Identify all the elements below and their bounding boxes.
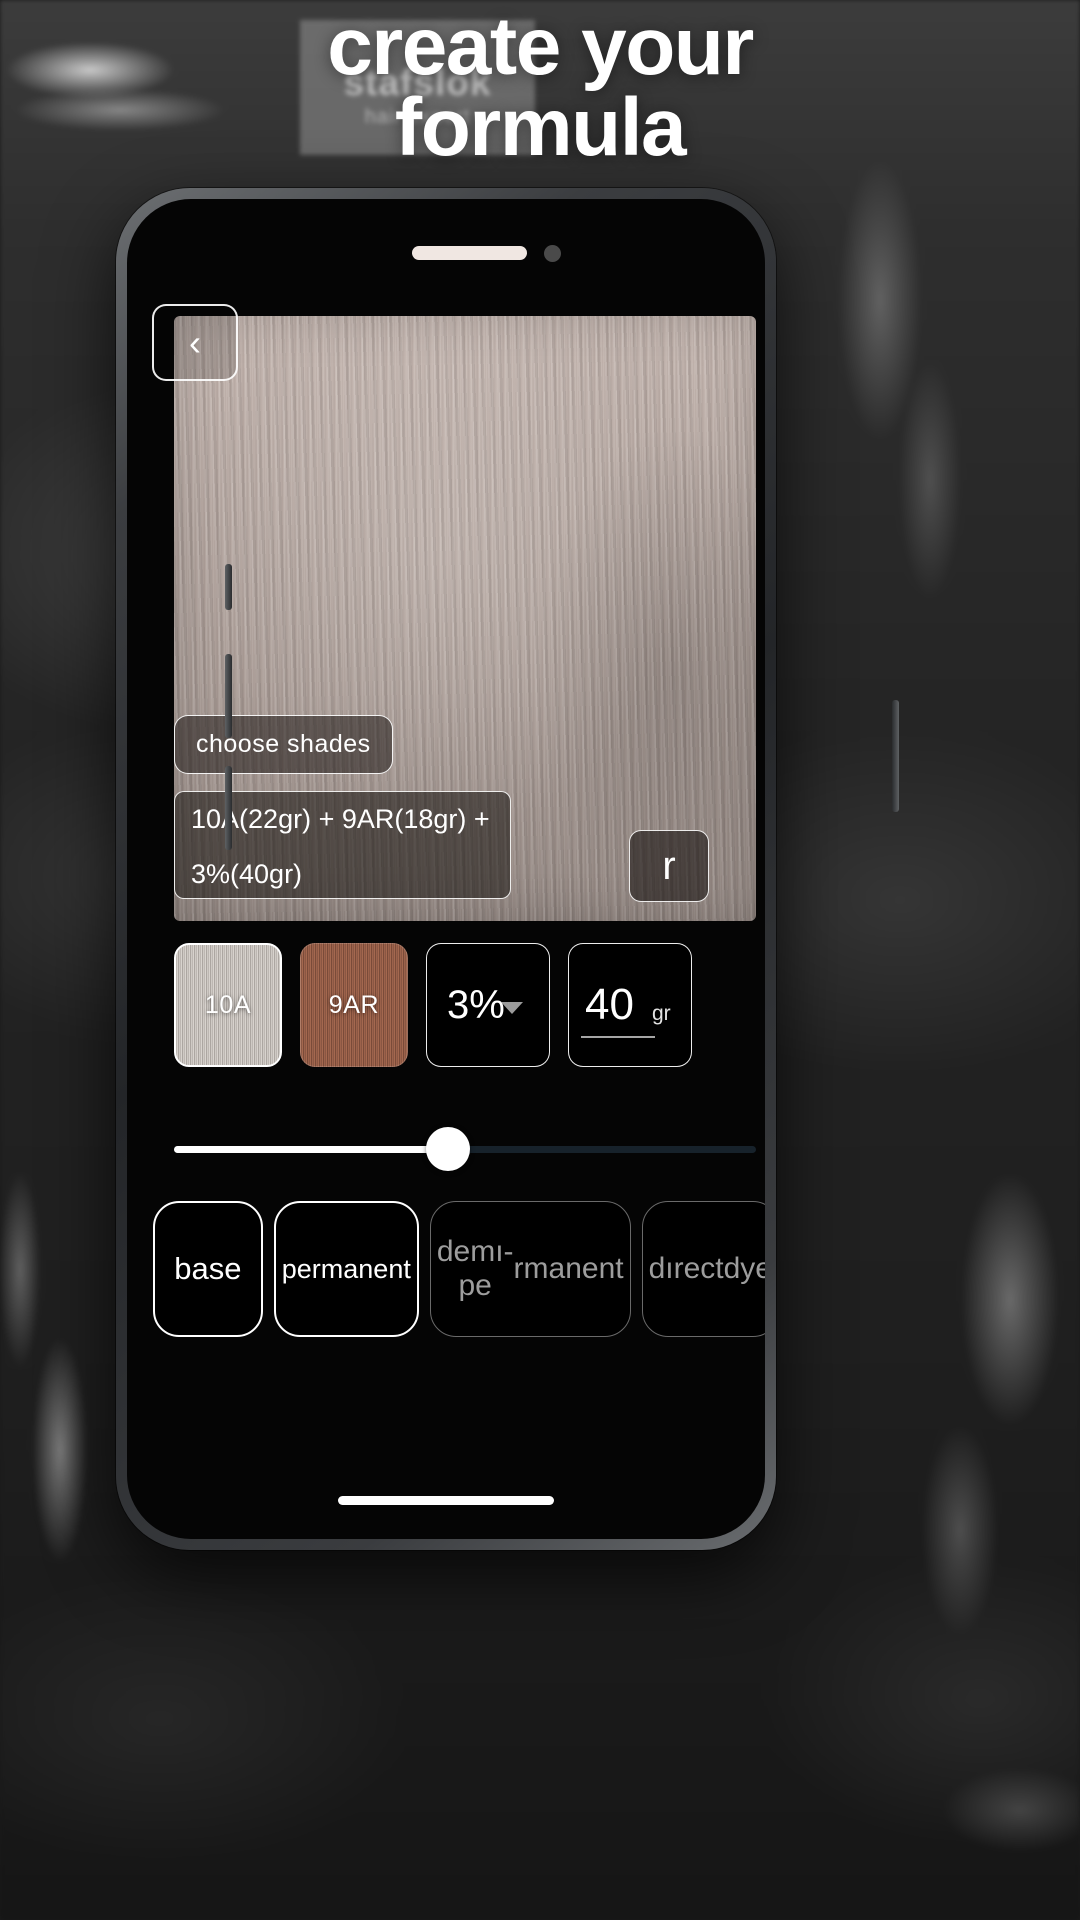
slider-track-active	[174, 1146, 448, 1153]
phone-front-camera-icon	[544, 245, 561, 262]
shade-swatch-9ar[interactable]: 9AR	[300, 943, 408, 1067]
amount-slider[interactable]	[174, 1127, 756, 1171]
phone-mockup: ‹ choose shades 10A(22gr) + 9AR(18gr) + …	[116, 188, 899, 1550]
shade-swatch-10a-label: 10A	[204, 990, 252, 1019]
home-indicator[interactable]	[338, 1496, 554, 1505]
shade-selector-row: 10A 9AR 3% 40 gr	[174, 943, 756, 1067]
amount-input-underline	[581, 1036, 655, 1038]
amount-input[interactable]: 40 gr	[568, 943, 692, 1067]
type-button-permanent[interactable]: permanent	[273, 1201, 419, 1337]
choose-shades-button[interactable]: choose shades	[174, 715, 393, 774]
reset-button[interactable]: r	[629, 830, 709, 902]
headline-line-1: create your	[327, 1, 754, 92]
amount-value: 40	[585, 980, 634, 1029]
shade-swatch-9ar-label: 9AR	[328, 990, 380, 1019]
developer-percent-value: 3%	[447, 982, 505, 1027]
phone-earpiece-speaker	[412, 246, 527, 260]
type-button-base[interactable]: base	[153, 1201, 263, 1337]
phone-screen: ‹ choose shades 10A(22gr) + 9AR(18gr) + …	[127, 199, 765, 1539]
phone-volume-down-button[interactable]	[225, 766, 232, 850]
back-button[interactable]: ‹	[152, 304, 238, 381]
chevron-left-icon: ‹	[189, 321, 201, 363]
slider-thumb[interactable]	[425, 1127, 470, 1171]
chevron-down-icon	[501, 1002, 523, 1014]
color-type-row: base permanent demı-pe rmanent dırect dye	[153, 1201, 765, 1337]
phone-power-button[interactable]	[892, 700, 899, 812]
phone-mute-switch[interactable]	[225, 564, 232, 610]
type-button-demi-permanent[interactable]: demı-pe rmanent	[429, 1201, 631, 1337]
shade-swatch-10a[interactable]: 10A	[174, 943, 282, 1067]
headline: create your formula	[0, 6, 1080, 174]
type-button-direct-dye[interactable]: dırect dye	[641, 1201, 765, 1337]
phone-volume-up-button[interactable]	[225, 654, 232, 738]
amount-unit-label: gr	[651, 1002, 671, 1025]
headline-line-2: formula	[394, 82, 687, 174]
developer-percent-dropdown[interactable]: 3%	[426, 943, 550, 1067]
